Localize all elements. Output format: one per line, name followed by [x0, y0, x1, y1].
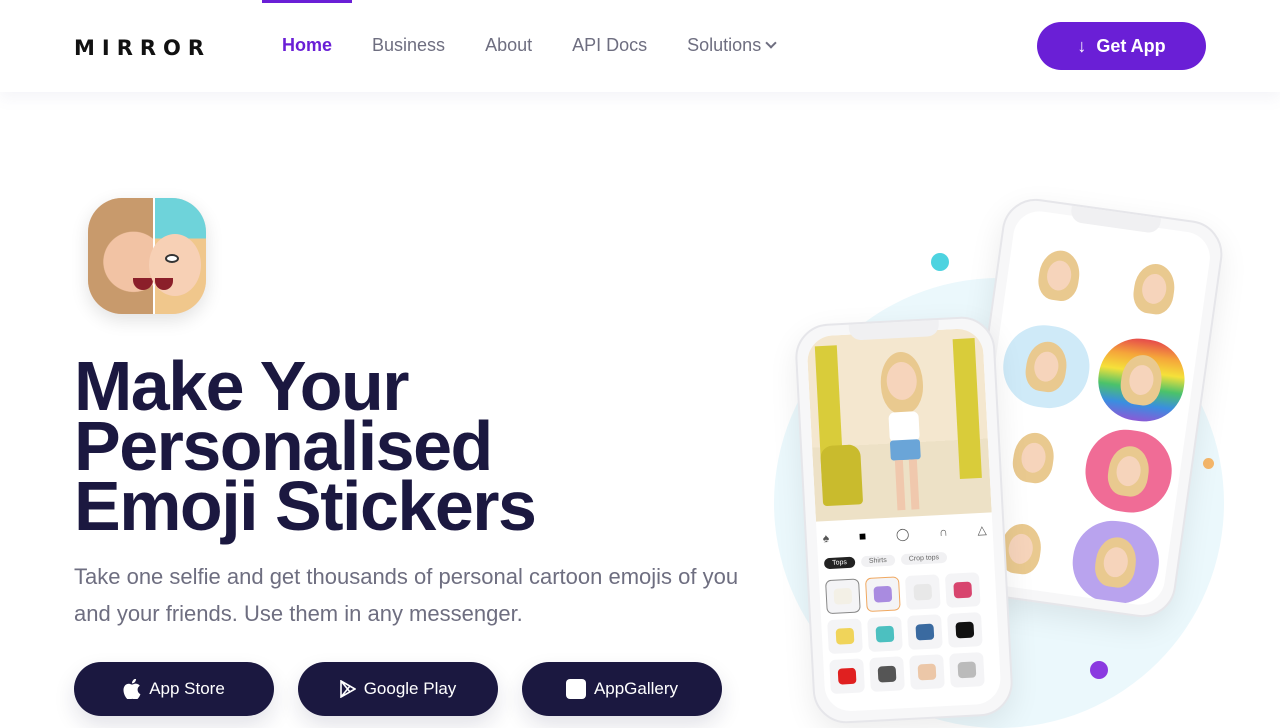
hero-headline: Make Your Personalised Emoji Stickers: [74, 351, 537, 545]
tab-dresses-icon[interactable]: △: [977, 523, 987, 537]
download-arrow-icon: ↓: [1077, 35, 1087, 56]
huawei-icon: [565, 679, 586, 699]
room-background: [806, 327, 992, 522]
appgallery-label: AppGallery: [593, 679, 679, 698]
clothing-item[interactable]: [907, 614, 943, 650]
sticker-waving[interactable]: [1106, 242, 1203, 335]
apple-icon: [123, 679, 141, 699]
clothing-item[interactable]: [864, 576, 901, 613]
decorative-dot-orange: [1203, 458, 1214, 469]
curtain-right: [952, 338, 982, 480]
google-play-icon: [339, 680, 356, 698]
clothing-item[interactable]: [867, 616, 903, 653]
clothing-item[interactable]: [869, 656, 905, 692]
avatar-editor-phone-mockup: ♠ ■ ◯ ∩ △ Tops Shirts Crop tops: [793, 315, 1015, 725]
tab-avatar-icon[interactable]: ♠: [822, 531, 829, 545]
clothing-item[interactable]: [904, 574, 941, 610]
hero-subtitle: Take one selfie and get thousands of per…: [74, 564, 739, 626]
clothing-item[interactable]: [944, 572, 981, 608]
wardrobe-category-tabs: ♠ ■ ◯ ∩ △: [822, 523, 987, 546]
decorative-dot-cyan: [931, 253, 949, 271]
chevron-down-icon: [765, 37, 777, 49]
nav-solutions-label: Solutions: [687, 35, 762, 55]
nav-api-docs[interactable]: API Docs: [552, 0, 667, 92]
app-icon-photo-half: [88, 198, 153, 314]
nav-business[interactable]: Business: [352, 0, 465, 92]
app-store-label: App Store: [149, 679, 225, 698]
tab-jackets-icon[interactable]: ◯: [896, 527, 910, 542]
app-icon-cartoon-eye: [164, 254, 179, 263]
yellow-chair: [820, 444, 864, 507]
nav-api-docs-label: API Docs: [572, 35, 648, 55]
clothing-item[interactable]: [909, 654, 945, 690]
nav-about[interactable]: About: [465, 0, 552, 92]
nav-solutions[interactable]: Solutions: [667, 0, 795, 92]
clothing-item[interactable]: [827, 618, 863, 655]
appgallery-button[interactable]: AppGallery: [522, 662, 722, 716]
tab-tops-icon[interactable]: ■: [859, 529, 867, 543]
main-nav: Home Business About API Docs Solutions: [262, 0, 795, 92]
google-play-button[interactable]: Google Play: [298, 662, 498, 716]
mirror-logo[interactable]: MIRROR: [74, 36, 211, 60]
sticker-heart[interactable]: [1080, 424, 1177, 518]
get-app-label: Get App: [1096, 35, 1166, 56]
sticker-grid: [972, 229, 1202, 608]
tab-pants-icon[interactable]: ∩: [939, 525, 948, 539]
chip-shirts[interactable]: Shirts: [860, 554, 896, 568]
app-store-button[interactable]: App Store: [74, 662, 274, 716]
sticker-splash[interactable]: [998, 320, 1095, 414]
app-icon-cartoon-half: [148, 198, 206, 314]
clothing-item[interactable]: [825, 578, 861, 615]
site-header: MIRROR Home Business About API Docs Solu…: [0, 0, 1280, 92]
sticker-rainbow[interactable]: [1093, 333, 1190, 427]
clothing-item[interactable]: [949, 652, 985, 688]
google-play-label: Google Play: [363, 679, 457, 698]
clothing-item[interactable]: [829, 658, 865, 695]
hero-illustration: ♠ ■ ◯ ∩ △ Tops Shirts Crop tops: [760, 190, 1280, 728]
nav-home-label: Home: [282, 35, 333, 55]
nav-home[interactable]: Home: [262, 0, 353, 92]
decorative-dot-purple: [1090, 661, 1108, 679]
headline-line-3: Emoji Stickers: [74, 467, 537, 545]
chip-tops[interactable]: Tops: [823, 556, 856, 570]
avatar-editor-screen: ♠ ■ ◯ ∩ △ Tops Shirts Crop tops: [806, 327, 1002, 713]
clothing-grid: [825, 572, 985, 695]
wardrobe-subcategory-chips: Tops Shirts Crop tops: [823, 551, 948, 570]
get-app-button[interactable]: ↓ Get App: [1037, 22, 1206, 70]
avatar-figure: [865, 350, 943, 513]
sticker-purple[interactable]: [1067, 515, 1165, 608]
clothing-item[interactable]: [946, 612, 983, 648]
sticker-shocked[interactable]: [1011, 229, 1108, 322]
nav-about-label: About: [485, 35, 533, 55]
chip-crop-tops[interactable]: Crop tops: [900, 551, 948, 566]
store-buttons: App Store Google Play AppGallery: [74, 662, 722, 716]
nav-business-label: Business: [372, 35, 446, 55]
mirror-app-icon: [88, 198, 206, 314]
app-icon-mouth: [132, 278, 153, 290]
